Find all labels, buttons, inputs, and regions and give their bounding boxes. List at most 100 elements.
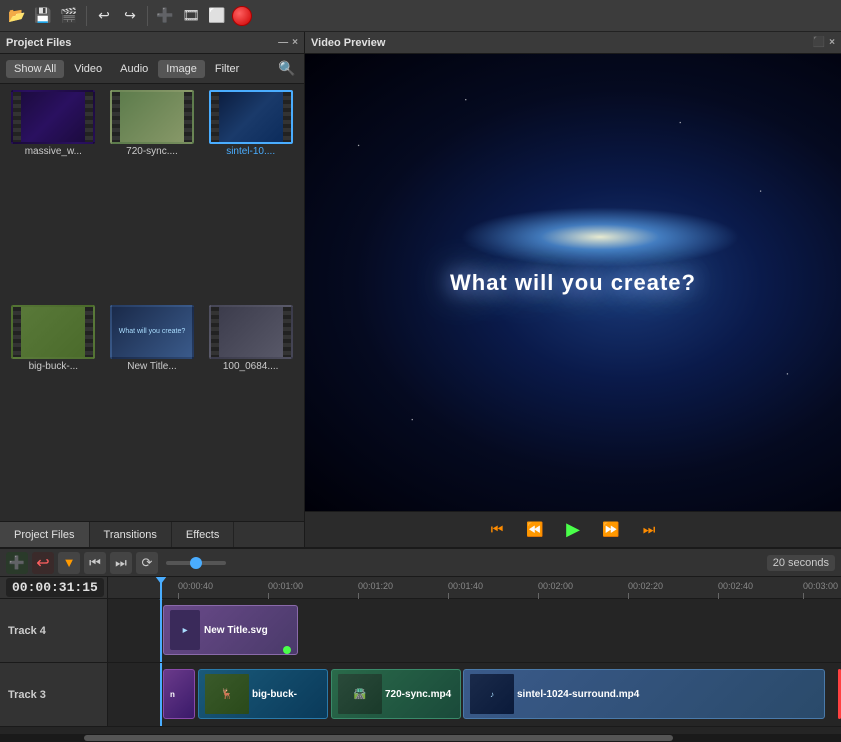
ruler-mark-80: 00:01:20 xyxy=(358,581,393,591)
zoom-slider[interactable] xyxy=(166,561,226,565)
preview-glow xyxy=(460,207,740,267)
bottom-tabs: Project Files Transitions Effects xyxy=(0,521,304,547)
timeline-skip-start-button[interactable]: ⏮ xyxy=(84,552,106,574)
clip-bigbuck[interactable]: 🦌 big-buck- xyxy=(198,669,328,719)
timeline-remove-button[interactable]: ↩ xyxy=(32,552,54,574)
skip-start-button[interactable]: ⏮ xyxy=(483,516,511,544)
timeline-loop-button[interactable]: ⟳ xyxy=(136,552,158,574)
preview-area: What will you create? xyxy=(305,54,841,511)
track-row-3: Track 3 n 🦌 big-buck- 🛣️ xyxy=(0,663,841,727)
zoom-slider-thumb xyxy=(190,557,202,569)
track-3-content[interactable]: n 🦌 big-buck- 🛣️ 720-sync.mp4 xyxy=(108,663,841,726)
thumb-720sync xyxy=(110,90,194,144)
project-files-header: Project Files — × xyxy=(0,32,304,54)
clip-720sync[interactable]: 🛣️ 720-sync.mp4 xyxy=(331,669,461,719)
skip-end-button[interactable]: ⏭ xyxy=(635,516,663,544)
tab-show-all[interactable]: Show All xyxy=(6,60,64,78)
thumb-film xyxy=(209,305,293,359)
playhead-triangle xyxy=(155,577,167,584)
tab-audio[interactable]: Audio xyxy=(112,60,156,78)
filmstrip-right xyxy=(283,92,291,142)
track-4-playhead xyxy=(160,599,162,662)
clip-title-svg[interactable]: ▶ New Title.svg xyxy=(163,605,298,655)
track-4-marker xyxy=(283,646,291,654)
fast-forward-button[interactable]: ⏩ xyxy=(597,516,625,544)
track-3-label: Track 3 xyxy=(0,663,108,726)
undo-icon[interactable]: ↩ xyxy=(93,5,115,27)
clip-720sync-thumb: 🛣️ xyxy=(338,674,382,714)
tab-filter[interactable]: Filter xyxy=(207,60,247,78)
filmstrip-right xyxy=(184,92,192,142)
fullscreen-icon[interactable]: ⬜ xyxy=(206,5,228,27)
preview-minimize-icon[interactable]: ⬛ xyxy=(813,37,825,48)
file-item-bigbuck[interactable]: big-buck-... xyxy=(6,305,101,516)
filmstrip-left xyxy=(211,307,219,357)
scrollbar-thumb[interactable] xyxy=(84,735,673,741)
file-item-720sync[interactable]: 720-sync.... xyxy=(105,90,200,301)
clip-sintel[interactable]: ♪ sintel-1024-surround.mp4 xyxy=(463,669,825,719)
track-3-playhead xyxy=(160,663,162,726)
file-label-sintel: sintel-10.... xyxy=(226,146,275,157)
save-icon[interactable]: 💾 xyxy=(32,5,54,27)
preview-header: Video Preview ⬛ × xyxy=(305,32,841,54)
filmstrip-right xyxy=(85,307,93,357)
filmstrip-right xyxy=(85,92,93,142)
timeline-area: ➕ ↩ ▼ ⏮ ⏭ ⟳ 20 seconds 00:00:31:15 00:00… xyxy=(0,547,841,742)
left-panel: Project Files — × Show All Video Audio I… xyxy=(0,32,305,547)
tab-image[interactable]: Image xyxy=(158,60,205,78)
ruler-marks-container: 00:00:40 00:01:00 00:01:20 00:01:40 00:0… xyxy=(108,577,841,599)
btab-project-files[interactable]: Project Files xyxy=(0,522,90,547)
clip-small-n[interactable]: n xyxy=(163,669,195,719)
open-icon[interactable]: 📂 xyxy=(6,5,28,27)
track-4-content[interactable]: ▶ New Title.svg xyxy=(108,599,841,662)
record-button[interactable] xyxy=(232,6,252,26)
right-panel: Video Preview ⬛ × What will you create? … xyxy=(305,32,841,547)
clip-sintel-label: sintel-1024-surround.mp4 xyxy=(517,689,639,700)
filter-tool-icon[interactable]: 🔍 xyxy=(276,58,298,80)
play-button[interactable]: ▶ xyxy=(559,516,587,544)
ruler-mark-120: 00:02:00 xyxy=(538,581,573,591)
file-item-sintel[interactable]: sintel-10.... xyxy=(203,90,298,301)
minimize-icon[interactable]: — xyxy=(278,37,288,48)
file-label-bigbuck: big-buck-... xyxy=(29,361,78,372)
horizontal-scrollbar[interactable] xyxy=(0,734,841,742)
rewind-button[interactable]: ⏪ xyxy=(521,516,549,544)
btab-effects[interactable]: Effects xyxy=(172,522,234,547)
separator-2 xyxy=(147,6,148,26)
thumb-massive xyxy=(11,90,95,144)
close-icon[interactable]: × xyxy=(292,37,298,48)
timeline-skip-end-button[interactable]: ⏭ xyxy=(110,552,132,574)
file-item-massive[interactable]: massive_w... xyxy=(6,90,101,301)
playback-controls: ⏮ ⏪ ▶ ⏩ ⏭ xyxy=(305,511,841,547)
preview-close-icon[interactable]: × xyxy=(829,37,835,48)
preview-canvas: What will you create? xyxy=(305,54,841,511)
filter-tabs-bar: Show All Video Audio Image Filter 🔍 xyxy=(0,54,304,84)
file-item-title[interactable]: What will you create? New Title... xyxy=(105,305,200,516)
timeline-filter-button[interactable]: ▼ xyxy=(58,552,80,574)
file-label-massive: massive_w... xyxy=(25,146,82,157)
add-icon[interactable]: ➕ xyxy=(154,5,176,27)
main-layout: Project Files — × Show All Video Audio I… xyxy=(0,32,841,547)
timeline-add-button[interactable]: ➕ xyxy=(6,552,28,574)
filmstrip-left xyxy=(211,92,219,142)
preview-header-icons: ⬛ × xyxy=(813,37,835,48)
btab-transitions[interactable]: Transitions xyxy=(90,522,172,547)
thumb-sintel xyxy=(209,90,293,144)
export-icon[interactable]: 🎬 xyxy=(58,5,80,27)
ruler-mark-160: 00:02:40 xyxy=(718,581,753,591)
duration-label: 20 seconds xyxy=(767,555,835,571)
track-row-4: Track 4 ▶ New Title.svg xyxy=(0,599,841,663)
thumb-bigbuck xyxy=(11,305,95,359)
thumb-title: What will you create? xyxy=(110,305,194,359)
tab-video[interactable]: Video xyxy=(66,60,110,78)
split-icon[interactable]: 🎞 xyxy=(180,5,202,27)
clip-n-label: n xyxy=(170,690,175,699)
preview-title: Video Preview xyxy=(311,37,385,49)
ruler-mark-180: 00:03:00 xyxy=(803,581,838,591)
clip-720sync-label: 720-sync.mp4 xyxy=(385,689,451,700)
file-item-film[interactable]: 100_0684.... xyxy=(203,305,298,516)
main-toolbar: 📂 💾 🎬 ↩ ↪ ➕ 🎞 ⬜ xyxy=(0,0,841,32)
ruler-label-space: 00:00:31:15 xyxy=(0,577,108,598)
redo-icon[interactable]: ↪ xyxy=(119,5,141,27)
clip-thumb: ▶ xyxy=(170,610,200,650)
